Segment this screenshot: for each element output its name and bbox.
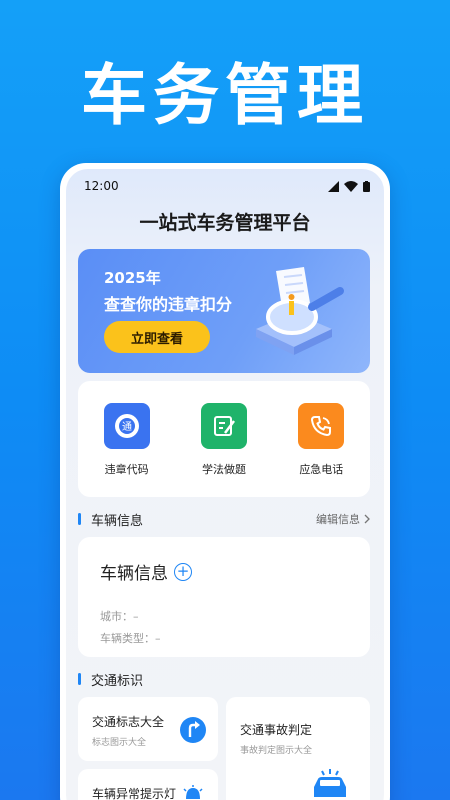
quick-action-study[interactable]: 学法做题	[184, 403, 264, 497]
banner-text: 查查你的违章扣分	[104, 295, 233, 314]
phone-icon	[311, 416, 332, 437]
app-screen: 12:00 一站式车务管理平台 2025年 查查你的违章扣分 立即查看 通 违章…	[66, 169, 384, 800]
chevron-right-icon	[364, 514, 370, 524]
page-title: 一站式车务管理平台	[139, 212, 311, 234]
traffic-section-header: 交通标识	[78, 669, 370, 689]
status-bar: 12:00	[66, 169, 384, 203]
banner-year: 2025年	[104, 269, 161, 287]
quick-actions: 通 违章代码 学法做题 应急电话	[78, 381, 370, 497]
edit-info-label: 编辑信息	[316, 513, 360, 526]
vehicle-info-card[interactable]: 车辆信息 + 城市：– 车辆类型：–	[78, 537, 370, 657]
section-bar	[78, 513, 81, 525]
section-title: 交通标识	[78, 670, 143, 689]
quick-label: 违章代码	[104, 463, 149, 476]
quick-icon-box	[200, 403, 247, 449]
traffic-signs-card[interactable]: 交通标志大全 标志图示大全	[78, 697, 218, 761]
promo-headline: 车务管理	[81, 57, 369, 134]
edit-info-link[interactable]: 编辑信息	[316, 511, 370, 527]
accident-judgment-card[interactable]: 交通事故判定 事故判定图示大全	[226, 697, 370, 800]
violation-banner[interactable]: 2025年 查查你的违章扣分 立即查看	[78, 249, 370, 373]
quick-icon-box: 通	[103, 403, 150, 449]
city-label: 城市：	[100, 610, 133, 623]
edit-note-icon	[213, 416, 235, 436]
add-vehicle-icon[interactable]: +	[174, 562, 192, 581]
vehicle-city: 城市：–	[100, 608, 370, 624]
signal-icon	[328, 180, 339, 192]
section-title: 车辆信息	[78, 510, 143, 529]
road-sign-icon: 通	[114, 414, 139, 438]
quick-label: 学法做题	[201, 463, 246, 476]
quick-action-violation-code[interactable]: 通 违章代码	[87, 403, 167, 497]
section-bar	[78, 673, 81, 685]
svg-text:通: 通	[122, 421, 132, 433]
type-label: 车辆类型：	[100, 632, 155, 645]
quick-label: 应急电话	[299, 463, 344, 476]
wifi-icon	[344, 180, 358, 192]
traffic-section-title: 交通标识	[91, 673, 144, 689]
phone-frame: 12:00 一站式车务管理平台 2025年 查查你的违章扣分 立即查看 通 违章…	[60, 163, 390, 800]
city-value: –	[133, 610, 139, 623]
vehicle-section-title: 车辆信息	[91, 513, 144, 529]
car-crash-icon	[314, 769, 346, 797]
check-now-button[interactable]: 立即查看	[104, 321, 210, 353]
turn-sign-icon	[180, 717, 206, 743]
card-subtitle: 事故判定图示大全	[240, 746, 313, 756]
type-value: –	[155, 632, 161, 645]
quick-action-emergency-phone[interactable]: 应急电话	[281, 403, 361, 497]
vehicle-card-title: 车辆信息 +	[100, 559, 370, 584]
magnifier-illustration-icon	[256, 267, 344, 355]
card-title: 交通事故判定	[240, 723, 313, 737]
warning-light-icon	[183, 785, 203, 799]
status-icons	[328, 180, 370, 192]
quick-icon-box	[298, 403, 345, 449]
warning-lights-card[interactable]: 车辆异常提示灯	[78, 769, 218, 800]
vehicle-card-title-text: 车辆信息	[100, 564, 168, 584]
vehicle-type: 车辆类型：–	[100, 630, 370, 646]
status-time: 12:00	[84, 179, 119, 193]
battery-icon	[363, 180, 370, 192]
vehicle-section-header: 车辆信息 编辑信息	[78, 509, 370, 529]
